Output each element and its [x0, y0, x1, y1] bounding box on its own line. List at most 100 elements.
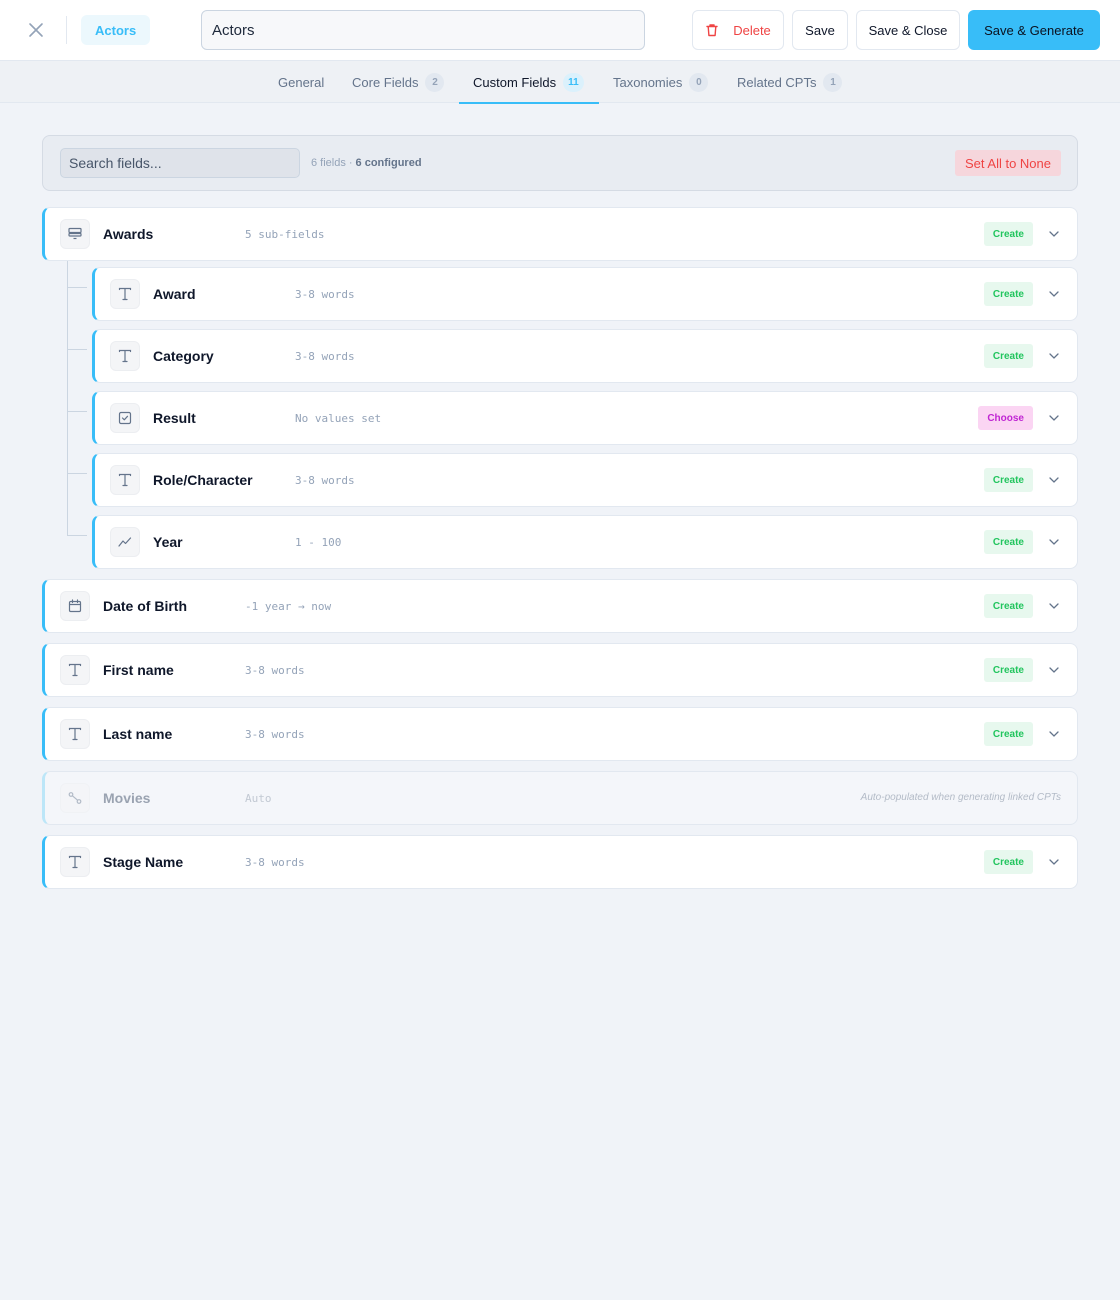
- text-icon: [110, 341, 140, 371]
- field-meta: No values set: [295, 412, 382, 425]
- field-name: First name: [103, 662, 174, 678]
- field-meta: -1 year → now: [245, 600, 332, 613]
- post-type-badge[interactable]: Actors: [81, 15, 151, 45]
- field-meta: 3-8 words: [245, 856, 305, 869]
- create-button[interactable]: Create: [983, 530, 1033, 554]
- calendar-icon: [60, 591, 90, 621]
- repeater-icon: [60, 219, 90, 249]
- chevron-down-icon[interactable]: [1045, 597, 1063, 615]
- chevron-down-icon[interactable]: [1045, 725, 1063, 743]
- summary-separator: ·: [348, 157, 353, 169]
- tab-bar: General Core Fields 2 Custom Fields 11 T…: [0, 61, 1120, 104]
- auto-populated-note: Auto-populated when generating linked CP…: [860, 792, 1061, 803]
- tab-label: Custom Fields: [473, 74, 557, 90]
- tab-custom-fields[interactable]: Custom Fields 11: [459, 61, 599, 104]
- chevron-down-icon[interactable]: [1045, 853, 1063, 871]
- field-summary: 6 fields · 6 configured: [311, 157, 422, 169]
- tab-count: 0: [689, 72, 709, 92]
- chevron-down-icon[interactable]: [1045, 285, 1063, 303]
- field-row-year[interactable]: Year 1 - 100 Create: [92, 515, 1078, 569]
- tab-count: 2: [425, 72, 445, 92]
- tab-count: 1: [823, 72, 843, 92]
- tab-core-fields[interactable]: Core Fields 2: [338, 61, 458, 103]
- create-button[interactable]: Create: [983, 658, 1033, 682]
- relationship-icon: [60, 783, 90, 813]
- text-icon: [110, 465, 140, 495]
- field-meta: Auto: [245, 792, 272, 805]
- create-button[interactable]: Create: [983, 344, 1033, 368]
- tree-branch: [67, 473, 87, 474]
- field-name: Award: [153, 286, 196, 302]
- tab-related-cpts[interactable]: Related CPTs 1: [723, 61, 856, 103]
- tab-label: Taxonomies: [613, 74, 683, 90]
- checkbox-icon: [110, 403, 140, 433]
- field-meta: 3-8 words: [245, 728, 305, 741]
- chevron-down-icon[interactable]: [1045, 661, 1063, 679]
- create-button[interactable]: Create: [983, 850, 1033, 874]
- field-row-movies: Movies Auto Auto-populated when generati…: [42, 771, 1078, 825]
- chevron-down-icon[interactable]: [1045, 225, 1063, 243]
- field-row-awards[interactable]: Awards 5 sub-fields Create: [42, 207, 1078, 261]
- tab-count: 11: [563, 72, 584, 92]
- tree-branch: [67, 411, 87, 412]
- field-name: Result: [153, 410, 196, 426]
- tab-label: General: [278, 74, 325, 90]
- field-name: Role/Character: [153, 472, 253, 488]
- field-name: Stage Name: [103, 854, 184, 870]
- save-close-button[interactable]: Save & Close: [856, 10, 960, 50]
- field-row-stage-name[interactable]: Stage Name 3-8 words Create: [42, 835, 1078, 889]
- chevron-down-icon[interactable]: [1045, 409, 1063, 427]
- delete-label: Delete: [733, 22, 771, 38]
- chevron-down-icon[interactable]: [1045, 347, 1063, 365]
- create-button[interactable]: Create: [983, 468, 1033, 492]
- fields-count: 6 fields: [311, 157, 346, 169]
- field-name: Date of Birth: [103, 598, 187, 614]
- tree-branch: [67, 535, 87, 536]
- tree-branch: [67, 287, 87, 288]
- field-name: Last name: [103, 726, 173, 742]
- field-row-date-of-birth[interactable]: Date of Birth -1 year → now Create: [42, 579, 1078, 633]
- create-button[interactable]: Create: [983, 282, 1033, 306]
- chevron-down-icon[interactable]: [1045, 471, 1063, 489]
- close-button[interactable]: [22, 16, 50, 44]
- field-meta: 1 - 100: [295, 536, 342, 549]
- tree-connector: [67, 261, 68, 536]
- text-icon: [110, 279, 140, 309]
- field-name: Year: [153, 534, 183, 550]
- text-icon: [60, 847, 90, 877]
- field-row-first-name[interactable]: First name 3-8 words Create: [42, 643, 1078, 697]
- text-icon: [60, 655, 90, 685]
- search-input[interactable]: [60, 148, 300, 178]
- field-row-award[interactable]: Award 3-8 words Create: [92, 267, 1078, 321]
- create-button[interactable]: Create: [983, 594, 1033, 618]
- field-row-category[interactable]: Category 3-8 words Create: [92, 329, 1078, 383]
- field-name: Category: [153, 348, 214, 364]
- trash-icon: [706, 24, 718, 37]
- close-icon: [29, 23, 43, 37]
- save-button[interactable]: Save: [792, 10, 848, 50]
- choose-button[interactable]: Choose: [978, 406, 1033, 430]
- chevron-down-icon[interactable]: [1045, 533, 1063, 551]
- tab-label: Related CPTs: [737, 74, 817, 90]
- number-icon: [110, 527, 140, 557]
- save-generate-button[interactable]: Save & Generate: [968, 10, 1100, 50]
- create-button[interactable]: Create: [983, 722, 1033, 746]
- field-name: Awards: [103, 226, 154, 242]
- field-meta: 3-8 words: [295, 288, 355, 301]
- create-button[interactable]: Create: [983, 222, 1033, 246]
- field-row-last-name[interactable]: Last name 3-8 words Create: [42, 707, 1078, 761]
- tab-general[interactable]: General: [264, 61, 338, 103]
- set-all-none-button[interactable]: Set All to None: [955, 150, 1061, 176]
- search-panel: 6 fields · 6 configured Set All to None: [42, 135, 1078, 191]
- field-meta: 3-8 words: [295, 350, 355, 363]
- tab-label: Core Fields: [352, 74, 419, 90]
- field-name: Movies: [103, 790, 151, 806]
- delete-button[interactable]: Delete: [692, 10, 784, 50]
- title-input[interactable]: [201, 10, 645, 50]
- field-meta: 3-8 words: [245, 664, 305, 677]
- tab-taxonomies[interactable]: Taxonomies 0: [599, 61, 722, 103]
- field-row-role-character[interactable]: Role/Character 3-8 words Create: [92, 453, 1078, 507]
- tree-branch: [67, 349, 87, 350]
- field-row-result[interactable]: Result No values set Choose: [92, 391, 1078, 445]
- field-meta: 3-8 words: [295, 474, 355, 487]
